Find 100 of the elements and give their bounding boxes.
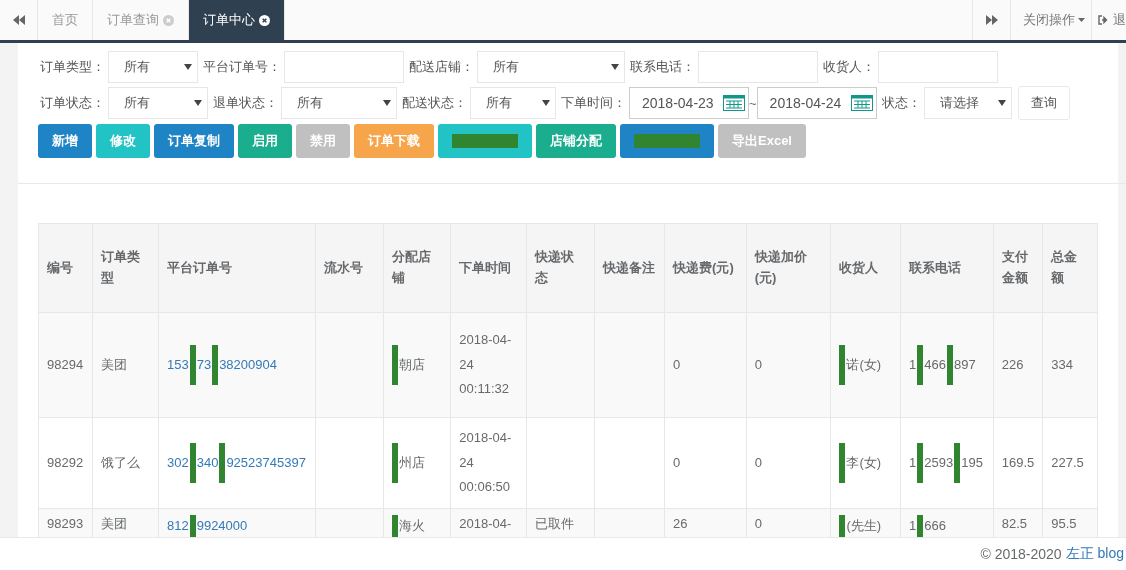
column-header[interactable]: 快递费(元): [664, 223, 747, 313]
cell-text: 李(女): [846, 453, 882, 472]
caret-icon: [542, 100, 550, 106]
redaction-mark: [212, 345, 219, 385]
filter-label: 配送店铺：: [409, 58, 474, 76]
caret-icon: [611, 64, 619, 70]
redaction-mark: [391, 443, 398, 484]
column-header[interactable]: 总金额: [1042, 223, 1098, 313]
table-cell: 26: [664, 508, 747, 537]
column-header[interactable]: 订单类型: [92, 223, 159, 313]
input-field[interactable]: [698, 51, 818, 83]
order-link[interactable]: 302: [166, 450, 189, 476]
cell-text: 1: [909, 355, 917, 374]
select-field[interactable]: 所有: [108, 51, 198, 83]
redaction-mark: [917, 515, 924, 537]
filter-label: 订单状态：: [40, 94, 105, 112]
order-link[interactable]: 92523745397: [226, 450, 306, 476]
table-cell: 98294: [38, 312, 93, 418]
action-button[interactable]: 订单复制: [154, 124, 234, 158]
table-cell: 2018-04-24 00:06:50: [450, 417, 527, 509]
filter-label: 收货人：: [823, 58, 875, 76]
redaction-mark: [189, 345, 196, 385]
input-field[interactable]: [878, 51, 998, 83]
caret-icon: [184, 64, 192, 70]
column-header[interactable]: 快递备注: [594, 223, 665, 313]
column-header[interactable]: 平台订单号: [158, 223, 316, 313]
action-button[interactable]: 店铺分配: [536, 124, 616, 158]
column-header[interactable]: 快递状态: [526, 223, 595, 313]
range-separator: ~: [749, 95, 757, 111]
select-field[interactable]: 所有: [477, 51, 625, 83]
cell-text: 诺(女): [846, 355, 882, 374]
date-field[interactable]: 2018-04-24: [756, 87, 877, 119]
table-cell: 0: [664, 417, 747, 509]
calendar-icon: [850, 95, 873, 111]
table-cell: 334: [1042, 312, 1098, 418]
redaction-mark: [189, 443, 196, 484]
select-field[interactable]: 所有: [281, 87, 397, 119]
caret-icon: [383, 100, 391, 106]
cell-text: 州店: [398, 453, 425, 472]
close-icon: [259, 14, 270, 26]
copyright-text: © 2018-2020: [980, 546, 1062, 562]
select-field[interactable]: 所有: [470, 87, 556, 119]
query-button[interactable]: 查询: [1017, 86, 1070, 120]
column-header[interactable]: 流水号: [315, 223, 384, 313]
redaction-mark: [391, 515, 398, 537]
redaction-mark: [189, 515, 196, 537]
column-header[interactable]: 分配店铺: [383, 223, 451, 313]
cell-text: 1: [909, 516, 917, 535]
order-link[interactable]: 73: [196, 352, 212, 378]
table-cell: 0: [664, 312, 747, 418]
column-header[interactable]: 快递加价(元): [746, 223, 831, 313]
blog-link[interactable]: 左正 blog: [1065, 545, 1124, 563]
table-cell: 饿了么: [92, 417, 159, 509]
logout-button[interactable]: 退: [1091, 0, 1126, 40]
redaction-mark: [917, 443, 924, 484]
filter-label: 退单状态：: [213, 94, 278, 112]
column-header[interactable]: 下单时间: [450, 223, 527, 313]
table-cell: 2018-04-24 00:11:32: [450, 312, 527, 418]
filter-label: 联系电话：: [630, 58, 695, 76]
order-link[interactable]: 153: [166, 352, 189, 378]
cell-text: (先生): [846, 516, 882, 535]
table-cell: 已取件: [526, 508, 595, 537]
order-link[interactable]: 9924000: [196, 516, 248, 536]
redaction-mark: [954, 443, 961, 484]
action-button[interactable]: [620, 124, 714, 158]
column-header[interactable]: 支付金额: [993, 223, 1043, 313]
action-button[interactable]: 新增: [38, 124, 92, 158]
tab[interactable]: 订单中心: [189, 0, 285, 40]
cell-text: 897: [953, 355, 976, 374]
column-header[interactable]: 编号: [38, 223, 93, 313]
table-cell: 169.5: [993, 417, 1043, 509]
action-button[interactable]: [438, 124, 532, 158]
redaction-mark: [634, 134, 700, 148]
redaction-mark: [839, 515, 846, 537]
table-cell: 美团: [92, 312, 159, 418]
table-cell: 0: [746, 417, 831, 509]
cell-text: 海火: [398, 516, 425, 535]
sign-out-icon: [1098, 15, 1109, 25]
action-button[interactable]: 启用: [238, 124, 292, 158]
column-header[interactable]: 联系电话: [900, 223, 994, 313]
select-field[interactable]: 请选择: [923, 87, 1012, 119]
input-field[interactable]: [284, 51, 404, 83]
redaction-mark: [219, 443, 226, 484]
column-header[interactable]: 收货人: [830, 223, 901, 313]
select-field[interactable]: 所有: [108, 87, 208, 119]
redaction-mark: [391, 345, 398, 385]
caret-icon: [1078, 18, 1085, 22]
cell-text: 466: [924, 355, 946, 374]
filter-label: 状态：: [881, 94, 921, 112]
filter-label: 订单类型：: [40, 58, 105, 76]
table-cell: 美团: [92, 508, 159, 537]
table-cell: 98293: [38, 508, 93, 537]
caret-icon: [997, 100, 1006, 106]
double-right-arrow-icon: [985, 15, 998, 25]
cell-text: 朝店: [398, 355, 425, 374]
cell-text: 195: [961, 453, 983, 472]
order-link[interactable]: 38200904: [219, 352, 277, 378]
order-link[interactable]: 812: [166, 516, 189, 536]
order-link[interactable]: 340: [196, 450, 219, 476]
date-field[interactable]: 2018-04-23: [629, 87, 749, 119]
